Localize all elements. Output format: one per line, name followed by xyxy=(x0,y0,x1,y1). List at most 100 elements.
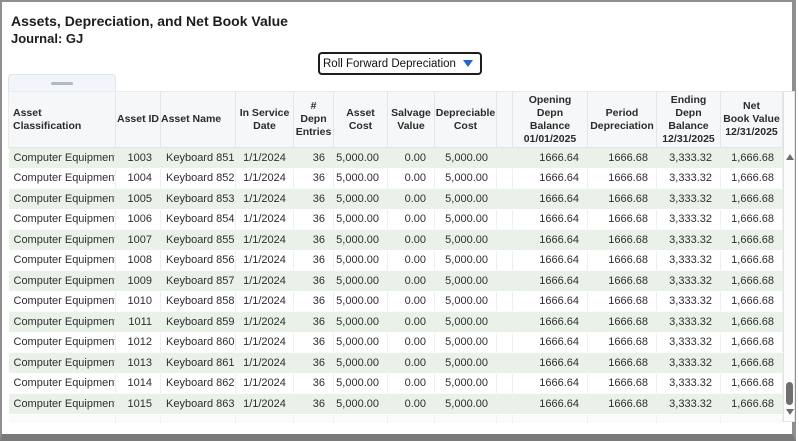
table-cell: 3,333.32 xyxy=(657,230,721,251)
page-title: Assets, Depreciation, and Net Book Value xyxy=(11,13,288,29)
table-cell: 0.00 xyxy=(388,373,435,394)
table-cell: Computer Equipment xyxy=(9,230,116,251)
table-cell: 1666.64 xyxy=(513,271,588,292)
report-view-dropdown[interactable]: Roll Forward Depreciation xyxy=(318,52,482,75)
table-cell: 5,000.00 xyxy=(334,353,388,374)
table-cell: 1011 xyxy=(116,312,161,333)
table-cell: 1,666.68 xyxy=(721,230,783,251)
table-cell: 5,000.00 xyxy=(334,168,388,189)
table-cell xyxy=(721,414,783,423)
table-cell: 1,666.68 xyxy=(721,332,783,353)
table-cell: Computer Equipment xyxy=(9,148,116,169)
table-cell xyxy=(161,414,236,423)
table-cell: 1/1/2024 xyxy=(236,148,294,169)
column-header xyxy=(497,92,513,148)
table-cell: 3,333.32 xyxy=(657,189,721,210)
table-cell: 36 xyxy=(294,291,334,312)
column-header: Depreciable Cost xyxy=(435,92,497,148)
table-cell xyxy=(497,353,513,374)
table-row: Computer Equipment1004Keyboard 8521/1/20… xyxy=(9,168,783,189)
table-cell: Keyboard 860 xyxy=(161,332,236,353)
column-grip-tab[interactable] xyxy=(8,74,116,91)
table-cell: 1,666.68 xyxy=(721,250,783,271)
table-cell: Keyboard 854 xyxy=(161,209,236,230)
table-cell: 5,000.00 xyxy=(334,291,388,312)
table-cell: 36 xyxy=(294,353,334,374)
table-cell: 1666.68 xyxy=(588,332,657,353)
table-cell: 3,333.32 xyxy=(657,373,721,394)
table-cell: 0.00 xyxy=(388,394,435,415)
table-cell: 3,333.32 xyxy=(657,148,721,169)
table-cell: 1/1/2024 xyxy=(236,394,294,415)
table-cell: Computer Equipment xyxy=(9,394,116,415)
table-cell: 1/1/2024 xyxy=(236,189,294,210)
table-cell: 1,666.68 xyxy=(721,291,783,312)
table-cell: 1666.68 xyxy=(588,148,657,169)
column-header: Salvage Value xyxy=(388,92,435,148)
table-cell: 5,000.00 xyxy=(334,189,388,210)
table-cell: 5,000.00 xyxy=(334,373,388,394)
table-cell: 1006 xyxy=(116,209,161,230)
table-cell xyxy=(497,230,513,251)
table-cell: 36 xyxy=(294,148,334,169)
table-cell: 3,333.32 xyxy=(657,250,721,271)
table-cell: 0.00 xyxy=(388,189,435,210)
vertical-scrollbar[interactable] xyxy=(783,91,795,422)
table-cell: 3,333.32 xyxy=(657,332,721,353)
column-header: Net Book Value 12/31/2025 xyxy=(721,92,783,148)
table-cell: 1,666.68 xyxy=(721,209,783,230)
table-cell: 5,000.00 xyxy=(435,291,497,312)
table-cell: 1666.64 xyxy=(513,291,588,312)
table-cell xyxy=(588,414,657,423)
table-cell: 36 xyxy=(294,394,334,415)
scroll-up-icon[interactable] xyxy=(786,154,794,160)
table-cell: Keyboard 852 xyxy=(161,168,236,189)
table-cell: 1,666.68 xyxy=(721,189,783,210)
column-header: Asset Name xyxy=(161,92,236,148)
table-cell: Keyboard 853 xyxy=(161,189,236,210)
table-cell: 1/1/2024 xyxy=(236,230,294,251)
table-cell: 1/1/2024 xyxy=(236,271,294,292)
column-header: Asset Cost xyxy=(334,92,388,148)
table-cell: 1/1/2024 xyxy=(236,353,294,374)
table-cell: 36 xyxy=(294,250,334,271)
table-cell: 3,333.32 xyxy=(657,209,721,230)
table-cell: 5,000.00 xyxy=(435,271,497,292)
table-cell: Keyboard 862 xyxy=(161,373,236,394)
table-row: Computer Equipment1015Keyboard 8631/1/20… xyxy=(9,394,783,415)
drag-handle-icon xyxy=(51,82,73,85)
table-cell: 3,333.32 xyxy=(657,353,721,374)
table-cell: 0.00 xyxy=(388,209,435,230)
journal-label: Journal: GJ xyxy=(11,31,83,46)
table-cell: 1,666.68 xyxy=(721,312,783,333)
table-row: Computer Equipment1011Keyboard 8591/1/20… xyxy=(9,312,783,333)
scroll-down-icon[interactable] xyxy=(786,409,794,415)
assets-table-container: Asset ClassificationAsset IDAsset NameIn… xyxy=(8,91,783,423)
table-cell: 1666.68 xyxy=(588,312,657,333)
table-cell: 3,333.32 xyxy=(657,394,721,415)
scrollbar-thumb[interactable] xyxy=(786,382,793,405)
table-cell: 1/1/2024 xyxy=(236,250,294,271)
table-cell: 5,000.00 xyxy=(334,312,388,333)
column-header: Asset Classification xyxy=(9,92,116,148)
table-cell: Keyboard 863 xyxy=(161,394,236,415)
table-cell: 36 xyxy=(294,230,334,251)
table-cell: 5,000.00 xyxy=(435,394,497,415)
table-cell: 1,666.68 xyxy=(721,353,783,374)
table-header-row: Asset ClassificationAsset IDAsset NameIn… xyxy=(9,92,783,148)
table-row: Computer Equipment1014Keyboard 8621/1/20… xyxy=(9,373,783,394)
table-cell: 1666.64 xyxy=(513,394,588,415)
table-cell: Computer Equipment xyxy=(9,312,116,333)
table-row: Computer Equipment1008Keyboard 8561/1/20… xyxy=(9,250,783,271)
table-cell: 1666.68 xyxy=(588,189,657,210)
table-cell: 1666.68 xyxy=(588,353,657,374)
table-cell: 5,000.00 xyxy=(435,312,497,333)
table-cell: 1007 xyxy=(116,230,161,251)
table-cell: 1666.64 xyxy=(513,332,588,353)
table-cell: 1666.68 xyxy=(588,373,657,394)
table-cell: 1666.64 xyxy=(513,250,588,271)
table-cell: 5,000.00 xyxy=(334,394,388,415)
table-cell: 1/1/2024 xyxy=(236,168,294,189)
table-cell: Computer Equipment xyxy=(9,189,116,210)
table-cell xyxy=(334,414,388,423)
